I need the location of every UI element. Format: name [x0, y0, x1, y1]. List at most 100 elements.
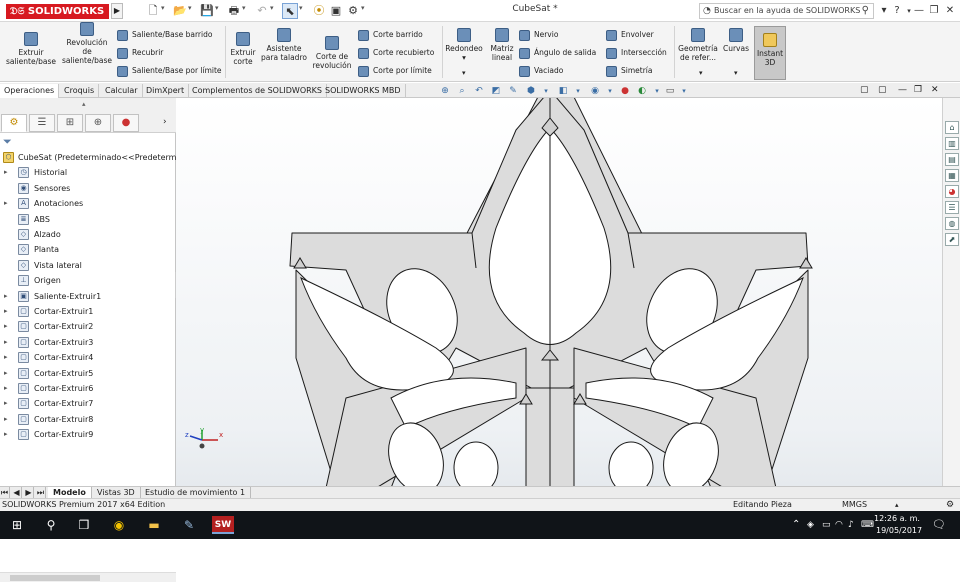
status-settings-icon[interactable]: ⚙	[946, 499, 954, 511]
new-dropdown-icon[interactable]: ▾	[161, 4, 165, 12]
scrollbar-thumb[interactable]	[10, 575, 100, 581]
interseccion-button[interactable]: Intersección	[606, 46, 667, 60]
recubrir-button[interactable]: Recubrir	[117, 46, 163, 60]
save-icon[interactable]: 💾	[199, 3, 215, 19]
display-style-dropdown-icon[interactable]: ▾	[571, 84, 585, 98]
corte-de-revolucion-button[interactable]: Corte de revolución	[310, 36, 354, 70]
zoom-to-fit-icon[interactable]: ⊕	[438, 84, 452, 98]
windows-start-icon[interactable]: ⊞	[8, 516, 26, 534]
saliente-base-por-limite-button[interactable]: Saliente/Base por límite	[117, 64, 222, 78]
dynamic-annotation-icon[interactable]: ✎	[506, 84, 520, 98]
apply-scene-icon[interactable]: ◐	[635, 84, 649, 98]
saliente-base-barrido-button[interactable]: Saliente/Base barrido	[117, 28, 212, 42]
corte-recubierto-button[interactable]: Corte recubierto	[358, 46, 434, 60]
tab-croquis[interactable]: Croquis	[60, 84, 100, 98]
tree-item[interactable]: ◉ Sensores	[0, 181, 176, 196]
matriz-lineal-button[interactable]: Matriz lineal	[487, 28, 517, 62]
filter-funnel-icon[interactable]: ⏷	[3, 135, 12, 149]
envolver-button[interactable]: Envolver	[606, 28, 654, 42]
chrome-icon[interactable]: ◉	[110, 516, 128, 534]
tree-item[interactable]: ▸ ◷ Historial	[0, 165, 176, 180]
solidworks-logo[interactable]: 𝔇𝔖 SOLIDWORKS	[6, 4, 109, 19]
instant3d-button[interactable]: Instant 3D	[754, 26, 786, 80]
notifications-icon[interactable]: 🗨	[932, 511, 946, 539]
tray-desktop-icon[interactable]: ▭	[822, 511, 831, 539]
tree-item[interactable]: ◇ Alzado	[0, 227, 176, 242]
view-orientation-dropdown-icon[interactable]: ▾	[539, 84, 553, 98]
tray-app-icon[interactable]: ◈	[807, 511, 814, 539]
more-tabs-arrow-icon[interactable]: ›	[163, 117, 167, 127]
extruir-corte-button[interactable]: Extruir corte	[228, 32, 258, 66]
expand-arrow-icon[interactable]: ▸	[4, 412, 8, 427]
angulo-de-salida-button[interactable]: Ángulo de salida	[519, 46, 596, 60]
open-folder-icon[interactable]: 📂	[172, 3, 188, 19]
solidworks-taskbar-icon[interactable]: SW	[212, 516, 234, 534]
panel-collapse-arrow-icon[interactable]: ▴	[82, 100, 86, 108]
paint-app-icon[interactable]: ✎	[180, 516, 198, 534]
save-dropdown-icon[interactable]: ▾	[215, 4, 219, 12]
open-dropdown-icon[interactable]: ▾	[188, 4, 192, 12]
graphics-area[interactable]: x y z	[176, 98, 942, 486]
viewport-tile-icon[interactable]: ▢	[860, 85, 869, 95]
viewport-minimize-icon[interactable]: —	[898, 85, 907, 95]
select-pointer-icon[interactable]: ⬉	[282, 3, 298, 19]
tray-overflow-icon[interactable]: ⌃	[792, 511, 800, 539]
hide-show-items-icon[interactable]: ◉	[588, 84, 602, 98]
file-explorer-icon[interactable]: ▤	[945, 153, 959, 166]
tree-item[interactable]: ▸ ▢ Cortar-Extruir5	[0, 366, 176, 381]
new-document-icon[interactable]: 🗋	[145, 3, 161, 19]
tree-root-part[interactable]: ⬡ CubeSat (Predeterminado<<Predeterminado	[0, 150, 176, 165]
configurationmanager-tab-icon[interactable]: ⊞	[57, 114, 83, 132]
tree-item[interactable]: ▸ ▢ Cortar-Extruir2	[0, 319, 176, 334]
featuremanager-tree-tab-icon[interactable]: ⚙	[1, 114, 27, 132]
appearances-scenes-icon[interactable]: ◕	[945, 185, 959, 198]
expand-arrow-icon[interactable]: ▸	[4, 304, 8, 319]
expand-arrow-icon[interactable]: ▸	[4, 289, 8, 304]
scene-dropdown-icon[interactable]: ▾	[650, 84, 664, 98]
3d-content-central-icon[interactable]: ⬈	[945, 233, 959, 246]
expand-arrow-icon[interactable]: ▸	[4, 350, 8, 365]
edit-appearance-icon[interactable]: ●	[618, 84, 632, 98]
tree-item[interactable]: ▸ ▢ Cortar-Extruir7	[0, 396, 176, 411]
undo-icon[interactable]: ↶	[254, 3, 270, 19]
tree-item[interactable]: ▸ ▢ Cortar-Extruir9	[0, 427, 176, 442]
file-properties-icon[interactable]: ▣	[328, 3, 344, 19]
tree-item[interactable]: ▸ ▢ Cortar-Extruir4	[0, 350, 176, 365]
dimxpertmanager-tab-icon[interactable]: ⊕	[85, 114, 111, 132]
minimize-icon[interactable]: —	[912, 3, 926, 19]
tab-operaciones[interactable]: Operaciones	[0, 84, 60, 98]
expand-arrow-icon[interactable]: ▸	[4, 196, 8, 211]
expand-arrow-icon[interactable]: ▸	[4, 381, 8, 396]
expand-arrow-icon[interactable]: ▸	[4, 335, 8, 350]
tree-item[interactable]: ◇ Planta	[0, 242, 176, 257]
clock-date[interactable]: 19/05/2017	[876, 526, 922, 535]
extruir-saliente-base-button[interactable]: Extruir saliente/base	[4, 32, 58, 66]
design-library-icon[interactable]: ▥	[945, 137, 959, 150]
help-dropdown-icon[interactable]: ▾	[877, 3, 891, 19]
redondeo-dropdown-icon[interactable]: ▾	[462, 53, 466, 62]
tree-item[interactable]: ▸ ▢ Cortar-Extruir1	[0, 304, 176, 319]
wifi-icon[interactable]: ◠	[835, 511, 843, 539]
previous-view-icon[interactable]: ↶	[472, 84, 486, 98]
expand-arrow-icon[interactable]: ▸	[4, 165, 8, 180]
solidworks-forum-icon[interactable]: ◍	[945, 217, 959, 230]
tree-item[interactable]: ▸ ▢ Cortar-Extruir3	[0, 335, 176, 350]
reference-geometry-dropdown-icon[interactable]: ▾	[699, 66, 703, 80]
redondeo-button[interactable]: Redondeo ▾	[444, 28, 484, 62]
help-search-field[interactable]: ◔ Buscar en la ayuda de SOLIDWORKS ⚲	[699, 3, 874, 19]
redondeo-arrow-icon[interactable]: ▾	[462, 66, 466, 80]
zoom-to-area-icon[interactable]: ⌕	[455, 84, 469, 98]
menu-expand-arrow-icon[interactable]: ▶	[111, 3, 123, 19]
clock-time[interactable]: 12:26 a. m.	[874, 514, 920, 523]
revolucion-saliente-base-button[interactable]: Revolución de saliente/base	[60, 22, 114, 65]
tree-item[interactable]: ▸ ▣ Saliente-Extruir1	[0, 289, 176, 304]
displaymanager-tab-icon[interactable]: ●	[113, 114, 139, 132]
section-view-icon[interactable]: ◩	[489, 84, 503, 98]
solidworks-resources-icon[interactable]: ⌂	[945, 121, 959, 134]
taskbar-search-icon[interactable]: ⚲	[42, 516, 60, 534]
viewport-maximize-icon[interactable]: ❐	[914, 85, 922, 95]
tree-item[interactable]: ◇ Vista lateral	[0, 258, 176, 273]
tree-horizontal-scrollbar[interactable]	[0, 572, 176, 582]
display-style-icon[interactable]: ◧	[556, 84, 570, 98]
language-icon[interactable]: ⌨	[861, 511, 874, 539]
